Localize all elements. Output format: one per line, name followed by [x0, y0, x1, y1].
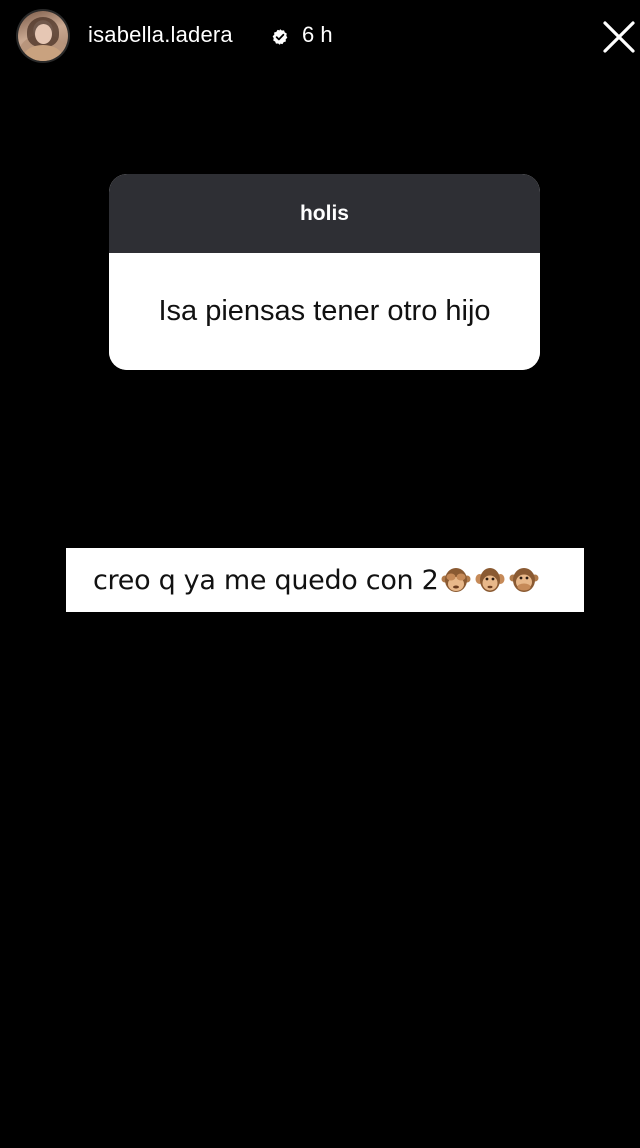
- close-icon[interactable]: [600, 18, 638, 56]
- verified-badge-icon: [272, 29, 288, 45]
- question-sticker: holis Isa piensas tener otro hijo: [109, 174, 540, 370]
- username[interactable]: isabella.ladera: [88, 22, 233, 48]
- question-sticker-header: holis: [109, 174, 540, 253]
- answer-text: creo q ya me quedo con 2: [93, 564, 439, 596]
- question-text: Isa piensas tener otro hijo: [158, 295, 491, 327]
- avatar-face: [35, 24, 52, 44]
- speak-no-evil-monkey-icon: [509, 568, 539, 592]
- see-no-evil-monkey-icon: [441, 568, 471, 592]
- hear-no-evil-monkey-icon: [475, 568, 505, 592]
- question-prompt: holis: [299, 201, 349, 225]
- story-viewer: isabella.ladera 6 h holis Isa piensas te…: [0, 0, 640, 1148]
- post-time: 6 h: [302, 22, 333, 47]
- avatar[interactable]: [18, 11, 68, 61]
- monkey-emojis: [441, 565, 539, 595]
- avatar-body: [24, 45, 62, 61]
- answer-text-box: creo q ya me quedo con 2: [66, 548, 584, 612]
- question-sticker-body: Isa piensas tener otro hijo: [109, 253, 540, 370]
- story-header: isabella.ladera 6 h: [0, 0, 640, 76]
